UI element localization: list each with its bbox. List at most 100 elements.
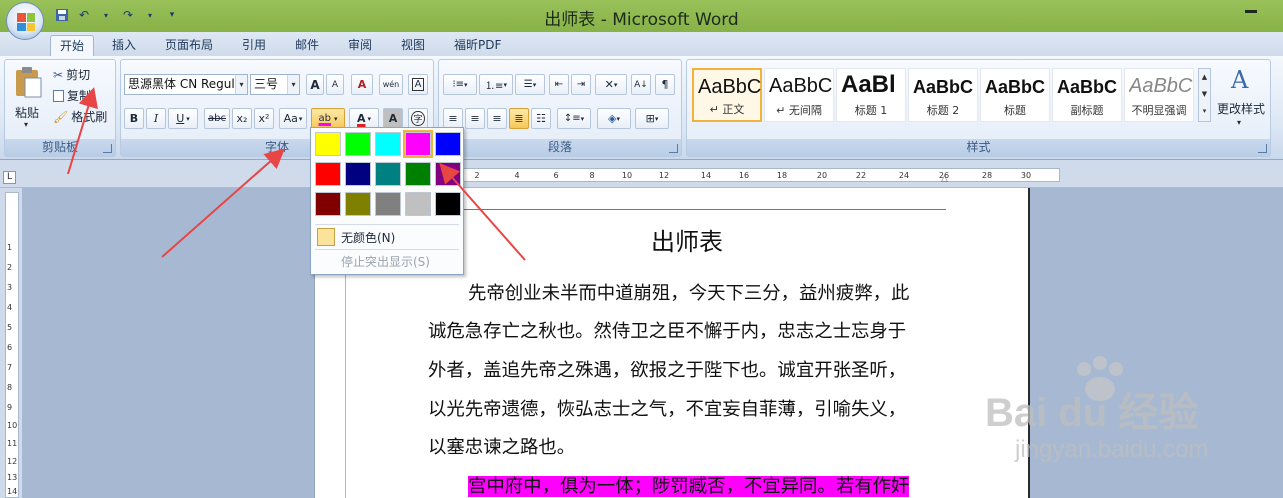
align-right-button[interactable]: ≡ (487, 108, 507, 129)
right-indent-marker-icon[interactable]: △ (941, 174, 948, 184)
font-size-dropdown-icon[interactable]: ▾ (287, 75, 299, 94)
line-spacing-button[interactable]: ↕≡ ▾ (557, 108, 591, 129)
justify-button[interactable]: ≣ (509, 108, 529, 129)
highlight-swatch[interactable] (375, 192, 401, 216)
tab-review[interactable]: 审阅 (339, 35, 381, 56)
tab-home[interactable]: 开始 (50, 35, 95, 56)
cut-button[interactable]: ✂ 剪切 (53, 66, 90, 83)
phonetic-guide-button[interactable]: wén (379, 74, 403, 95)
style-no-spacing[interactable]: AaBbCcDd ↵ 无间隔 (764, 68, 834, 122)
superscript-button[interactable]: x² (254, 108, 274, 129)
borders-button[interactable]: ⊞ ▾ (635, 108, 669, 129)
document-line[interactable]: 诚危急存亡之秋也。然侍卫之臣不懈于内，忠志之士忘身于 (428, 317, 958, 343)
highlight-swatch[interactable] (345, 192, 371, 216)
copy-button[interactable]: 复制 (53, 87, 91, 104)
underline-button[interactable]: U ▾ (168, 108, 198, 129)
bold-button[interactable]: B (124, 108, 144, 129)
document-line[interactable]: 先帝创业未半而中道崩殂，今天下三分，益州疲弊，此 (428, 279, 958, 305)
minimize-icon[interactable] (1245, 10, 1257, 13)
highlighted-text[interactable]: 宫中府中，俱为一体；陟罚臧否，不宜异同。若有作奸 (468, 476, 910, 497)
highlight-swatch[interactable] (403, 130, 433, 158)
paste-button[interactable]: 粘贴 ▾ (9, 64, 47, 136)
vruler-mark: 14 (7, 487, 18, 496)
highlight-swatch[interactable] (315, 192, 341, 216)
multilevel-list-button[interactable]: ☰ ▾ (515, 74, 545, 95)
tab-page-layout[interactable]: 页面布局 (156, 35, 222, 56)
clipboard-launcher-icon[interactable] (103, 144, 112, 153)
no-color-item[interactable]: 无颜色(N) (317, 226, 395, 248)
highlight-swatch[interactable] (405, 192, 431, 216)
grow-font-button[interactable]: A (306, 74, 324, 95)
change-case-button[interactable]: Aa ▾ (279, 108, 307, 129)
scroll-up-icon[interactable]: ▲ (1199, 69, 1210, 86)
tab-view[interactable]: 视图 (392, 35, 434, 56)
more-styles-icon[interactable]: ▾ (1199, 103, 1210, 120)
vertical-ruler-bar[interactable]: 1 2 3 4 5 6 7 8 9 10 11 12 13 14 (5, 192, 19, 498)
tab-selector[interactable]: L (3, 171, 16, 184)
character-border-button[interactable]: A (408, 74, 428, 95)
enclose-characters-button[interactable]: 字 (408, 108, 428, 129)
tab-insert[interactable]: 插入 (103, 35, 145, 56)
font-name-dropdown-icon[interactable]: ▾ (235, 75, 247, 94)
highlight-dropdown-icon[interactable]: ▾ (334, 115, 338, 123)
style-heading-2[interactable]: AaBbC 标题 2 (908, 68, 978, 122)
shading-button[interactable]: ◈ ▾ (597, 108, 631, 129)
sort-button[interactable]: A↓ (631, 74, 651, 95)
paragraph-launcher-icon[interactable] (669, 144, 678, 153)
highlight-swatch[interactable] (345, 132, 371, 156)
style-subtle-emphasis[interactable]: AaBbCcD 不明显强调 (1124, 68, 1194, 122)
style-name: ↵ 无间隔 (776, 104, 822, 117)
increase-indent-icon: ⇥ (576, 79, 586, 90)
ribbon-tabs: 开始 插入 页面布局 引用 邮件 审阅 视图 福昕PDF (0, 32, 1283, 56)
tab-mailings[interactable]: 邮件 (286, 35, 328, 56)
shrink-font-button[interactable]: A (326, 74, 344, 95)
highlight-swatch[interactable] (315, 162, 341, 186)
office-button[interactable] (6, 2, 44, 40)
highlighted-line[interactable]: 宫中府中，俱为一体；陟罚臧否，不宜异同。若有作奸 (428, 472, 958, 498)
increase-indent-button[interactable]: ⇥ (571, 74, 591, 95)
align-center-button[interactable]: ≡ (465, 108, 485, 129)
highlight-swatch[interactable] (315, 132, 341, 156)
subscript-button[interactable]: x₂ (232, 108, 252, 129)
vruler-mark: 7 (7, 363, 13, 372)
italic-button[interactable]: I (146, 108, 166, 129)
style-normal[interactable]: AaBbCcDd ↵ 正文 (692, 68, 762, 122)
tab-references[interactable]: 引用 (233, 35, 275, 56)
scroll-down-icon[interactable]: ▼ (1199, 86, 1210, 103)
document-line[interactable]: 以塞忠谏之路也。 (428, 433, 958, 459)
styles-scroll[interactable]: ▲ ▼ ▾ (1198, 68, 1211, 122)
align-left-button[interactable]: ≡ (443, 108, 463, 129)
distributed-button[interactable]: ☷ (531, 108, 551, 129)
decrease-indent-button[interactable]: ⇤ (549, 74, 569, 95)
bullets-button[interactable]: ⁝≡ ▾ (443, 74, 477, 95)
font-name-combo[interactable]: 思源黑体 CN Regul ▾ (124, 74, 248, 95)
style-subtitle[interactable]: AaBbC 副标题 (1052, 68, 1122, 122)
highlight-swatch[interactable] (375, 162, 401, 186)
show-marks-button[interactable]: ¶ (655, 74, 675, 95)
numbering-button[interactable]: ⒈≡ ▾ (479, 74, 513, 95)
format-painter-button[interactable]: 🖌 格式刷 (53, 108, 107, 125)
style-heading-1[interactable]: AaBl 标题 1 (836, 68, 906, 122)
tab-foxit-pdf[interactable]: 福昕PDF (445, 35, 510, 56)
highlight-swatch[interactable] (375, 132, 401, 156)
highlight-swatch[interactable] (435, 162, 461, 186)
clear-format-button[interactable]: A (351, 74, 373, 95)
strikethrough-button[interactable]: abc (204, 108, 230, 129)
style-title[interactable]: AaBbC 标题 (980, 68, 1050, 122)
chinese-layout-button[interactable]: ✕ ▾ (595, 74, 627, 95)
document-line[interactable]: 以光先帝遗德，恢弘志士之气，不宜妄自菲薄，引喻失义， (428, 395, 958, 421)
highlight-swatch[interactable] (435, 192, 461, 216)
vruler-mark: 9 (7, 403, 13, 412)
font-color-button[interactable]: A ▾ (349, 108, 379, 129)
font-size-combo[interactable]: 三号 ▾ (250, 74, 300, 95)
character-shading-button[interactable]: A (383, 108, 403, 129)
highlight-button[interactable]: ab ▾ (311, 108, 345, 129)
highlight-swatch[interactable] (405, 162, 431, 186)
document-title[interactable]: 出师表 (428, 222, 946, 257)
highlight-swatch[interactable] (345, 162, 371, 186)
stop-highlight-item[interactable]: 停止突出显示(S) (341, 253, 430, 270)
document-line[interactable]: 外者，盖追先帝之殊遇，欲报之于陛下也。诚宜开张圣听， (428, 356, 958, 382)
change-styles-button[interactable]: A 更改样式 ▾ (1215, 66, 1269, 136)
styles-launcher-icon[interactable] (1258, 144, 1267, 153)
highlight-swatch[interactable] (435, 132, 461, 156)
